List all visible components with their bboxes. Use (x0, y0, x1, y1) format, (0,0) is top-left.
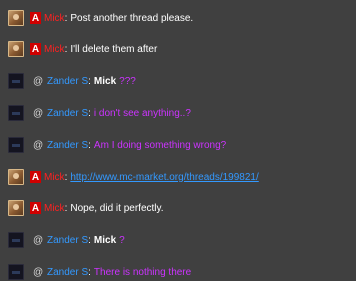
zander-avatar[interactable] (8, 264, 24, 280)
chat-message: @ Zander S : Mick ??? (8, 72, 136, 90)
separator: : (64, 202, 68, 214)
chat-message: A Mick : Nope, did it perfectly. (8, 199, 164, 217)
message-text: i don't see anything..? (93, 107, 191, 119)
admin-badge: A (30, 171, 41, 183)
separator: : (64, 171, 68, 183)
member-badge: @ (33, 75, 44, 87)
chat-message: A Mick : Post another thread please. (8, 9, 193, 27)
admin-badge: A (30, 43, 41, 55)
mention: Mick (93, 75, 117, 87)
separator: : (88, 139, 91, 151)
username[interactable]: Zander S (47, 235, 88, 246)
username[interactable]: Mick (44, 44, 65, 55)
separator: : (64, 43, 68, 55)
message-text: Am I doing something wrong? (93, 139, 227, 151)
mick-avatar[interactable] (8, 200, 24, 216)
separator: : (88, 266, 91, 278)
chat-message: @ Zander S : Mick ? (8, 231, 125, 249)
separator: : (88, 234, 91, 246)
username[interactable]: Zander S (47, 140, 88, 151)
message-text: ??? (119, 75, 136, 87)
username[interactable]: Mick (44, 13, 65, 24)
zander-avatar[interactable] (8, 232, 24, 248)
message-text: Post another thread please. (70, 12, 194, 24)
chat-message: A Mick : I'll delete them after (8, 40, 157, 58)
mention: Mick (93, 234, 117, 246)
chat-log: A Mick : Post another thread please. A M… (0, 0, 356, 281)
separator: : (88, 75, 91, 87)
zander-avatar[interactable] (8, 137, 24, 153)
member-badge: @ (33, 139, 44, 151)
zander-avatar[interactable] (8, 73, 24, 89)
chat-message: A Mick : http://www.mc-market.org/thread… (8, 168, 259, 186)
member-badge: @ (33, 107, 44, 119)
mick-avatar[interactable] (8, 41, 24, 57)
chat-message: @ Zander S : There is nothing there (8, 263, 191, 281)
admin-badge: A (30, 12, 41, 24)
mick-avatar[interactable] (8, 169, 24, 185)
chat-message: @ Zander S : Am I doing something wrong? (8, 136, 226, 154)
username[interactable]: Mick (44, 203, 65, 214)
admin-badge: A (30, 202, 41, 214)
member-badge: @ (33, 266, 44, 278)
username[interactable]: Zander S (47, 267, 88, 278)
separator: : (64, 12, 68, 24)
message-link[interactable]: http://www.mc-market.org/threads/199821/ (70, 172, 258, 183)
username[interactable]: Mick (44, 172, 65, 183)
message-text: I'll delete them after (70, 43, 158, 55)
zander-avatar[interactable] (8, 105, 24, 121)
chat-message: @ Zander S : i don't see anything..? (8, 104, 191, 122)
mick-avatar[interactable] (8, 10, 24, 26)
separator: : (88, 107, 91, 119)
message-text: Nope, did it perfectly. (70, 202, 164, 214)
member-badge: @ (33, 234, 44, 246)
username[interactable]: Zander S (47, 76, 88, 87)
message-text: ? (119, 234, 125, 246)
message-text: There is nothing there (93, 266, 192, 278)
username[interactable]: Zander S (47, 108, 88, 119)
